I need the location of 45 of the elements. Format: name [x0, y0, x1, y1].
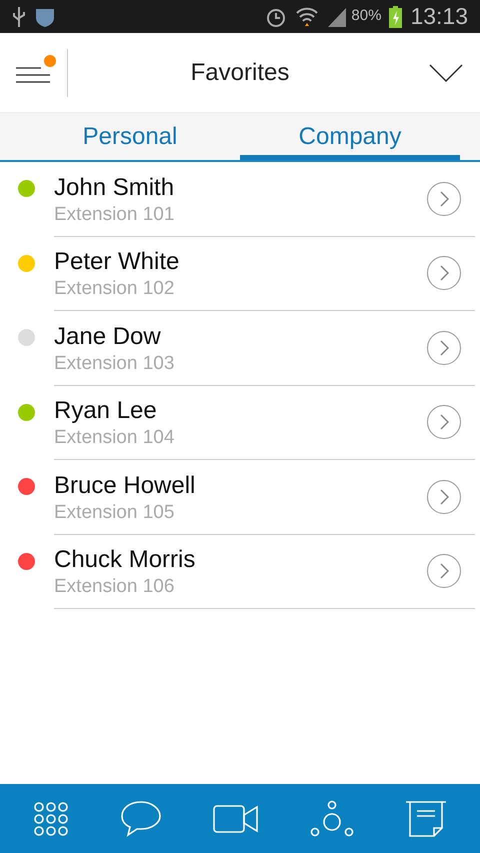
tab[interactable]: Personal	[20, 113, 240, 160]
tab[interactable]: Company	[240, 113, 460, 160]
chevron-down-icon	[429, 64, 463, 82]
contact-name: John Smith	[54, 172, 176, 203]
details-button[interactable]	[427, 182, 461, 216]
contact-extension: Extension 101	[54, 202, 176, 227]
note-icon[interactable]	[404, 800, 447, 838]
chevron-right-icon	[439, 265, 449, 282]
contact-row[interactable]: Ryan Lee Extension 104	[0, 386, 480, 460]
conference-icon[interactable]	[310, 800, 354, 838]
contact-row[interactable]: John Smith Extension 101	[0, 162, 480, 236]
contact-row[interactable]: Chuck Morris Extension 106	[0, 534, 480, 609]
usb-icon	[12, 6, 26, 28]
clock: 13:13	[410, 2, 468, 32]
screen-title: Favorites	[190, 58, 290, 88]
contact-name: Peter White	[54, 247, 180, 278]
contact-name: Chuck Morris	[54, 545, 196, 576]
contact-extension: Extension 106	[54, 575, 176, 600]
battery-percent: 80%	[351, 6, 382, 26]
contact-extension: Extension 103	[54, 352, 176, 376]
dialpad-icon[interactable]	[33, 800, 70, 836]
contact-name: Jane Dow	[54, 322, 162, 352]
contact-extension: Extension 104	[54, 426, 176, 450]
details-button[interactable]	[427, 256, 461, 290]
battery-charging-icon	[389, 6, 402, 28]
details-button[interactable]	[427, 480, 461, 514]
contact-row[interactable]: Peter White Extension 102	[0, 236, 480, 311]
chevron-right-icon	[439, 563, 449, 580]
details-button[interactable]	[427, 554, 461, 588]
chat-icon[interactable]	[120, 800, 162, 838]
chevron-right-icon	[439, 488, 449, 505]
contact-name: Ryan Lee	[54, 396, 158, 426]
video-camera-icon[interactable]	[212, 804, 259, 834]
details-button[interactable]	[427, 330, 461, 365]
signal-icon	[327, 6, 348, 28]
contact-extension: Extension 102	[54, 277, 176, 302]
chevron-right-icon	[439, 340, 449, 356]
contact-row[interactable]: Bruce Howell Extension 105	[0, 460, 480, 534]
chevron-right-icon	[439, 190, 449, 207]
details-button[interactable]	[427, 405, 461, 440]
wifi-icon	[295, 6, 320, 28]
contact-extension: Extension 105	[54, 500, 176, 525]
chevron-right-icon	[439, 414, 449, 430]
contact-row[interactable]: Jane Dow Extension 103	[0, 311, 480, 386]
contact-name: Bruce Howell	[54, 470, 196, 501]
